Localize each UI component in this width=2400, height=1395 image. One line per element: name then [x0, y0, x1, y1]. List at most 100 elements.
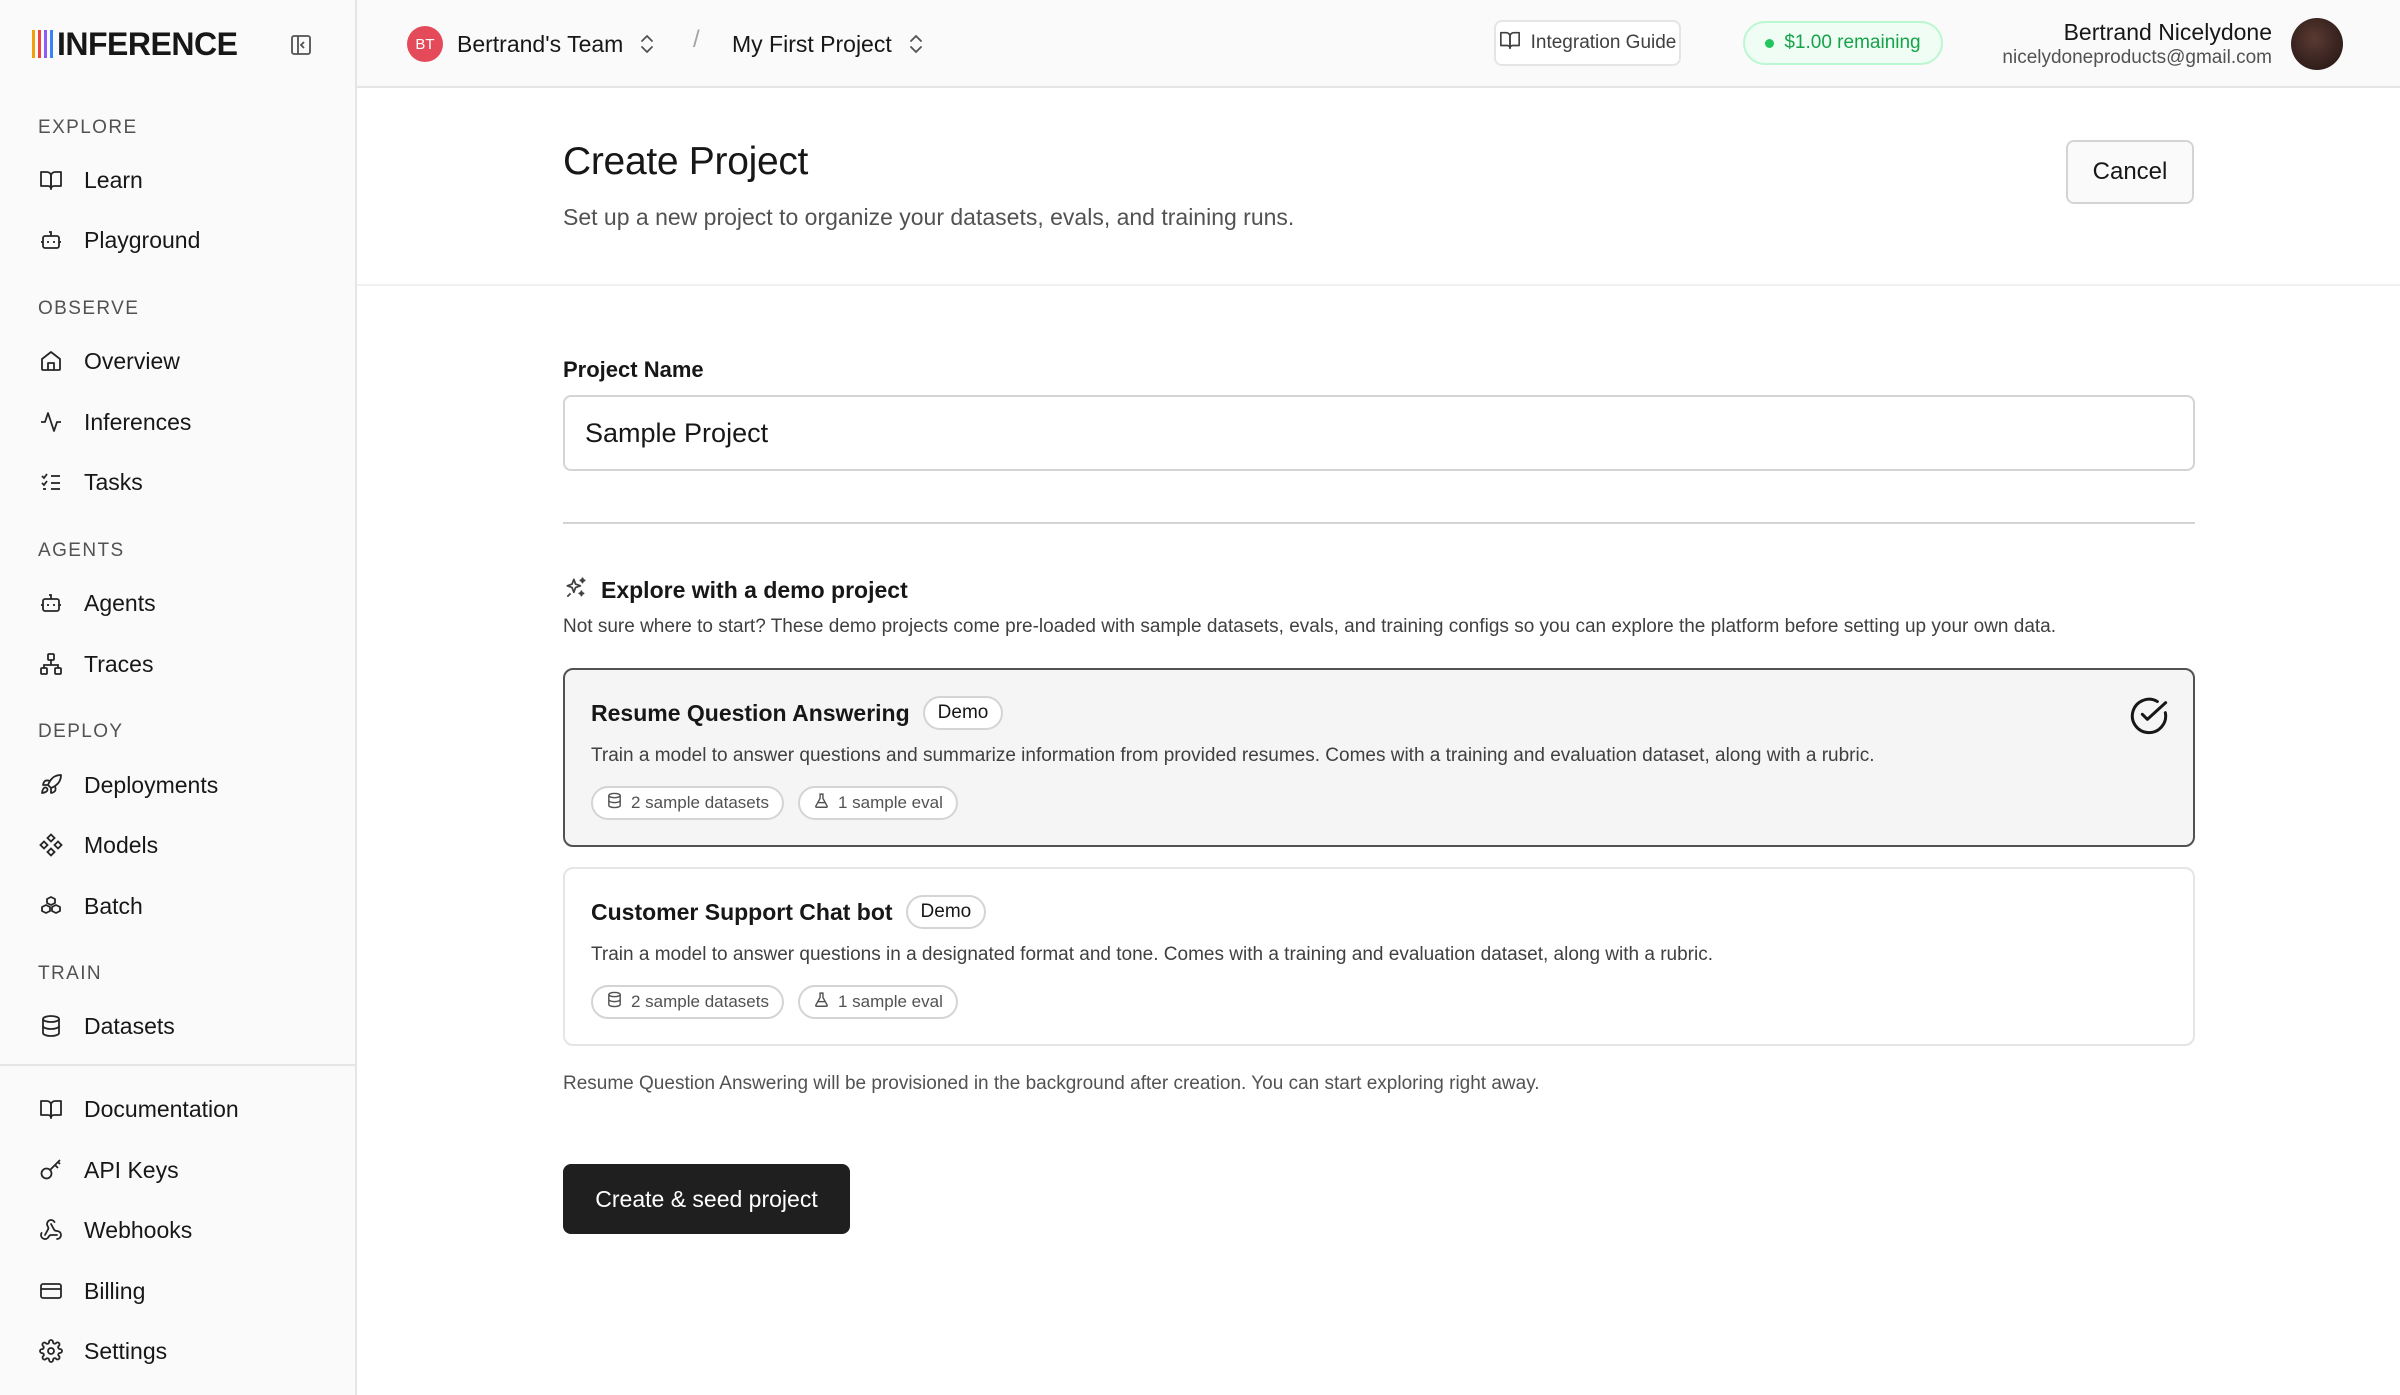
demo-project-description: Train a model to answer questions in a d… [591, 944, 1714, 965]
demo-description: Not sure where to start? These demo proj… [563, 616, 2057, 637]
sidebar-item-label: Overview [84, 347, 180, 374]
sidebar-item-api-keys[interactable]: API Keys [22, 1145, 334, 1195]
demo-project-card-support[interactable]: Customer Support Chat bot Demo Train a m… [563, 867, 2195, 1046]
project-name-label: Project Name [563, 357, 704, 382]
sidebar-collapse-icon[interactable] [287, 31, 315, 59]
chevrons-up-down-icon [906, 32, 926, 56]
key-icon [38, 1157, 64, 1183]
sidebar-item-agents[interactable]: Agents [22, 578, 334, 628]
sidebar-item-label: Inferences [84, 408, 192, 435]
sidebar-item-label: Billing [84, 1277, 146, 1304]
page-header: Create Project Set up a new project to o… [357, 88, 2400, 286]
brand-bars-icon [32, 30, 53, 58]
sidebar-divider [0, 1064, 355, 1066]
flask-icon [813, 991, 830, 1013]
sidebar-item-label: Settings [84, 1337, 168, 1364]
brand-name: INFERENCE [57, 25, 238, 62]
sidebar-item-label: Tasks [84, 468, 143, 495]
check-circle-icon [2129, 696, 2169, 736]
sidebar-item-settings[interactable]: Settings [22, 1326, 334, 1376]
sidebar-item-label: Deployments [84, 771, 219, 798]
book-open-icon [1499, 29, 1521, 57]
sidebar-item-playground[interactable]: Playground [22, 215, 334, 265]
webhook-icon [38, 1217, 64, 1243]
nav-section-agents: AGENTS [38, 540, 125, 561]
rocket-icon [38, 772, 64, 798]
create-seed-project-button[interactable]: Create & seed project [563, 1164, 850, 1234]
activity-icon [38, 409, 64, 435]
demo-heading-label: Explore with a demo project [601, 576, 908, 603]
nav-section-deploy: DEPLOY [38, 721, 124, 742]
flask-icon [813, 792, 830, 814]
demo-badge: Demo [922, 696, 1004, 730]
demo-project-title: Resume Question Answering [591, 699, 910, 726]
book-open-icon [38, 1096, 64, 1122]
gear-icon [38, 1338, 64, 1364]
nav-section-explore: EXPLORE [38, 117, 138, 138]
sidebar-item-overview[interactable]: Overview [22, 336, 334, 386]
sidebar-item-inferences[interactable]: Inferences [22, 397, 334, 447]
home-icon [38, 348, 64, 374]
bot-icon [38, 227, 64, 253]
team-name: Bertrand's Team [457, 30, 624, 57]
brand-logo[interactable]: INFERENCE [32, 25, 238, 62]
sidebar-item-traces[interactable]: Traces [22, 639, 334, 689]
sidebar-item-label: Learn [84, 166, 143, 193]
datasets-chip: 2 sample datasets [591, 786, 784, 820]
sidebar: INFERENCE EXPLORE Learn Playground OBSER… [0, 0, 357, 1395]
datasets-chip-label: 2 sample datasets [631, 793, 769, 812]
sidebar-item-label: Webhooks [84, 1216, 193, 1243]
database-icon [606, 991, 623, 1013]
database-icon [38, 1013, 64, 1039]
integration-guide-label: Integration Guide [1530, 32, 1677, 53]
diamond-nodes-icon [38, 832, 64, 858]
credits-badge: $1.00 remaining [1743, 21, 1943, 65]
user-info: Bertrand Nicelydone nicelydoneproducts@g… [2002, 18, 2272, 70]
team-switcher[interactable]: BT Bertrand's Team [407, 25, 657, 63]
sidebar-item-datasets[interactable]: Datasets [22, 1001, 334, 1051]
main-content: Create Project Set up a new project to o… [357, 88, 2400, 1395]
project-switcher[interactable]: My First Project [732, 25, 926, 63]
datasets-chip-label: 2 sample datasets [631, 992, 769, 1011]
demo-heading: Explore with a demo project [563, 575, 908, 605]
demo-project-title: Customer Support Chat bot [591, 898, 893, 925]
page-title: Create Project [563, 140, 809, 183]
credit-card-icon [38, 1278, 64, 1304]
project-name-input[interactable] [563, 395, 2195, 471]
sidebar-item-batch[interactable]: Batch [22, 881, 334, 931]
sidebar-item-webhooks[interactable]: Webhooks [22, 1205, 334, 1255]
sidebar-item-label: Datasets [84, 1012, 175, 1039]
evals-chip-label: 1 sample eval [837, 992, 943, 1011]
datasets-chip: 2 sample datasets [591, 985, 784, 1019]
sidebar-item-label: Documentation [84, 1095, 239, 1122]
avatar[interactable] [2291, 18, 2343, 70]
sidebar-item-learn[interactable]: Learn [22, 155, 334, 205]
cancel-button[interactable]: Cancel [2066, 140, 2194, 204]
demo-project-description: Train a model to answer questions and su… [591, 745, 1875, 766]
sidebar-item-documentation[interactable]: Documentation [22, 1084, 334, 1134]
topbar: BT Bertrand's Team / My First Project In… [357, 0, 2400, 88]
sidebar-item-tasks[interactable]: Tasks [22, 457, 334, 507]
sidebar-item-label: API Keys [84, 1156, 179, 1183]
breadcrumb-separator: / [693, 26, 700, 53]
sparkles-icon [563, 575, 589, 606]
demo-badge: Demo [905, 895, 987, 929]
list-checks-icon [38, 469, 64, 495]
sidebar-item-billing[interactable]: Billing [22, 1266, 334, 1316]
section-divider [563, 522, 2195, 524]
sidebar-item-label: Batch [84, 892, 143, 919]
nav-section-observe: OBSERVE [38, 298, 140, 319]
bot-icon [38, 590, 64, 616]
demo-project-card-resume[interactable]: Resume Question Answering Demo Train a m… [563, 668, 2195, 847]
team-avatar: BT [407, 26, 443, 62]
user-email: nicelydoneproducts@gmail.com [2002, 47, 2272, 68]
sidebar-item-deployments[interactable]: Deployments [22, 760, 334, 810]
chevrons-up-down-icon [637, 32, 657, 56]
status-dot-icon [1765, 38, 1775, 48]
integration-guide-button[interactable]: Integration Guide [1494, 20, 1681, 66]
sidebar-item-models[interactable]: Models [22, 820, 334, 870]
user-name: Bertrand Nicelydone [2063, 19, 2272, 45]
evals-chip: 1 sample eval [797, 786, 958, 820]
provision-note: Resume Question Answering will be provis… [563, 1073, 1540, 1094]
credits-label: $1.00 remaining [1784, 32, 1921, 53]
